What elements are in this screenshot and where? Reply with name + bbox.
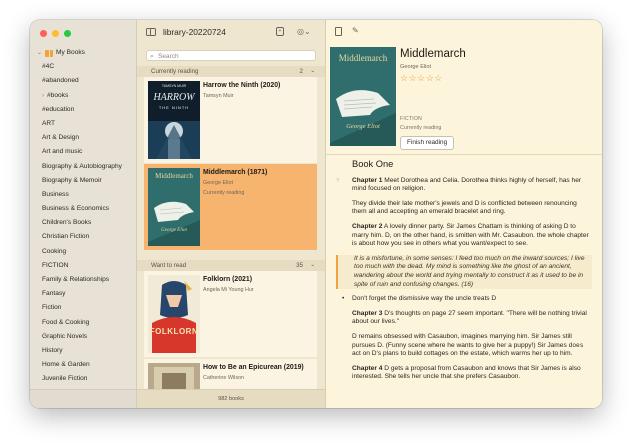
book-author: George Eliot <box>400 64 432 70</box>
note-paragraph: Chapter 2 A lovely dinner party. Sir Jam… <box>352 222 589 248</box>
search-field[interactable]: ⌕ <box>146 50 316 61</box>
app-window: ⌄ My Books #4C #abandoned › #books #educ… <box>30 20 602 408</box>
sidebar-item[interactable]: Art and music <box>30 145 136 159</box>
library-icon <box>45 49 54 57</box>
sidebar-item[interactable]: Home & Garden <box>30 358 136 372</box>
sidebar-item[interactable]: Biography & Memoir <box>30 174 136 188</box>
section-header-currently-reading[interactable]: Currently reading 2 ⌄ <box>137 66 325 77</box>
sidebar-item[interactable]: Christian Fiction <box>30 230 136 244</box>
add-book-icon[interactable]: + <box>276 27 284 36</box>
finish-reading-button[interactable]: Finish reading <box>400 136 455 150</box>
book-row[interactable]: TAMSYN MUIR HARROW THE NINTH Harrow the … <box>144 77 317 163</box>
minimize-button[interactable] <box>52 30 59 37</box>
notes-heading: Book One <box>352 159 394 169</box>
note-paragraph: ⠿ Chapter 1 Meet Dorothea and Celia. Dor… <box>336 176 582 193</box>
book-author: Catherine Wilson <box>203 375 245 381</box>
sidebar-item[interactable]: Biography & Autobiography <box>30 160 136 174</box>
window-controls <box>40 30 71 37</box>
list-toolbar: library-20220724 + ◎⌄ <box>137 20 325 46</box>
close-button[interactable] <box>40 30 47 37</box>
reading-status: Currently reading <box>400 125 442 131</box>
library-title: library-20220724 <box>163 27 226 37</box>
book-cover: TAMSYN MUIR HARROW THE NINTH <box>148 81 200 159</box>
sidebar-item[interactable]: Graphic Novels <box>30 330 136 344</box>
rating-stars[interactable]: ☆☆☆☆☆ <box>400 73 443 84</box>
note-paragraph: Chapter 3 D's thoughts on page 27 seem i… <box>352 309 587 326</box>
sidebar-item[interactable]: #4C <box>30 60 136 74</box>
sidebar-item[interactable]: Fantasy <box>30 287 136 301</box>
zoom-button[interactable] <box>64 30 71 37</box>
book-author: George Eliot <box>203 180 233 186</box>
sidebar-toggle-icon[interactable] <box>146 28 156 36</box>
collections-list: ⌄ My Books #4C #abandoned › #books #educ… <box>30 46 136 387</box>
sidebar-item[interactable]: Food & Cooking <box>30 316 136 330</box>
book-title: Harrow the Ninth (2020) <box>203 82 281 89</box>
sidebar-item[interactable]: Business & Economics <box>30 202 136 216</box>
sidebar-item[interactable]: Art & Design <box>30 131 136 145</box>
book-list-pane: library-20220724 + ◎⌄ ⌕ Currently readin… <box>137 20 326 408</box>
chevron-down-icon[interactable]: ⌄ <box>310 260 315 271</box>
chevron-down-icon[interactable]: ⌄ <box>37 46 42 60</box>
sidebar-item[interactable]: › #books <box>30 89 136 103</box>
book-detail-pane: ✎ Middlemarch George Eliot Middlemarch G… <box>326 20 602 408</box>
note-quote: It is a misfortune, in some senses: I fe… <box>336 254 592 290</box>
chevron-right-icon[interactable]: › <box>42 89 44 103</box>
book-status: Currently reading <box>203 190 245 196</box>
book-genre: FICTION <box>400 116 423 122</box>
sidebar-item[interactable]: Family & Relationships <box>30 273 136 287</box>
filter-menu-icon[interactable]: ◎⌄ <box>297 27 311 36</box>
sidebar-item[interactable]: Cooking <box>30 245 136 259</box>
note-bullet: Don't forget the dismissive way the uncl… <box>342 295 592 304</box>
search-icon: ⌕ <box>150 52 154 60</box>
book-title: How to Be an Epicurean (2019) <box>203 364 304 371</box>
sidebar-item[interactable]: #education <box>30 103 136 117</box>
sidebar-item[interactable]: Juvenile Fiction <box>30 372 136 386</box>
drag-handle-icon[interactable]: ⠿ <box>336 177 340 186</box>
book-title: Folklorn (2021) <box>203 276 253 283</box>
note-paragraph: D remains obsessed with Casaubon, imagin… <box>352 332 584 358</box>
sidebar-item[interactable]: FICTION <box>30 259 136 273</box>
book-title: Middlemarch (1871) <box>203 169 268 176</box>
sidebar-item[interactable]: Children's Books <box>30 216 136 230</box>
chevron-down-icon[interactable]: ⌄ <box>310 66 315 77</box>
edit-note-icon[interactable]: ✎ <box>352 26 359 35</box>
book-row[interactable]: FOLKLORN Folklorn (2021) Angela Mi Young… <box>144 271 317 357</box>
book-count: 982 books <box>137 389 325 408</box>
section-header-want-to-read[interactable]: Want to read 35 ⌄ <box>137 260 325 271</box>
sidebar-item[interactable]: ART <box>30 117 136 131</box>
book-row-selected[interactable]: Middlemarch George Eliot Middlemarch (18… <box>144 164 317 250</box>
note-paragraph: They divide their late mother's jewels a… <box>352 199 577 216</box>
book-author: Angela Mi Young Hur <box>203 287 254 293</box>
sidebar-item-my-books[interactable]: ⌄ My Books <box>30 46 136 60</box>
book-cover <box>148 363 200 390</box>
sidebar-item[interactable]: History <box>30 344 136 358</box>
book-row[interactable]: How to Be an Epicurean (2019) Catherine … <box>144 359 317 390</box>
sidebar-item[interactable]: Business <box>30 188 136 202</box>
book-title: Middlemarch <box>400 48 466 60</box>
sidebar-item[interactable]: Fiction <box>30 301 136 315</box>
sidebar-item[interactable]: #abandoned <box>30 74 136 88</box>
sidebar-footer <box>30 389 136 408</box>
book-cover: FOLKLORN <box>148 275 200 353</box>
search-input[interactable] <box>158 51 308 61</box>
divider <box>326 154 602 155</box>
sidebar: ⌄ My Books #4C #abandoned › #books #educ… <box>30 20 137 408</box>
book-author: Tamsyn Muir <box>203 93 234 99</box>
detail-cover: Middlemarch George Eliot <box>330 47 396 146</box>
note-paragraph: Chapter 4 D gets a proposal from Casaubo… <box>352 364 581 381</box>
book-cover: Middlemarch George Eliot <box>148 168 200 246</box>
notes-editor[interactable]: Book One ⠿ Chapter 1 Meet Dorothea and C… <box>336 158 592 388</box>
book-info-icon[interactable] <box>335 27 342 36</box>
